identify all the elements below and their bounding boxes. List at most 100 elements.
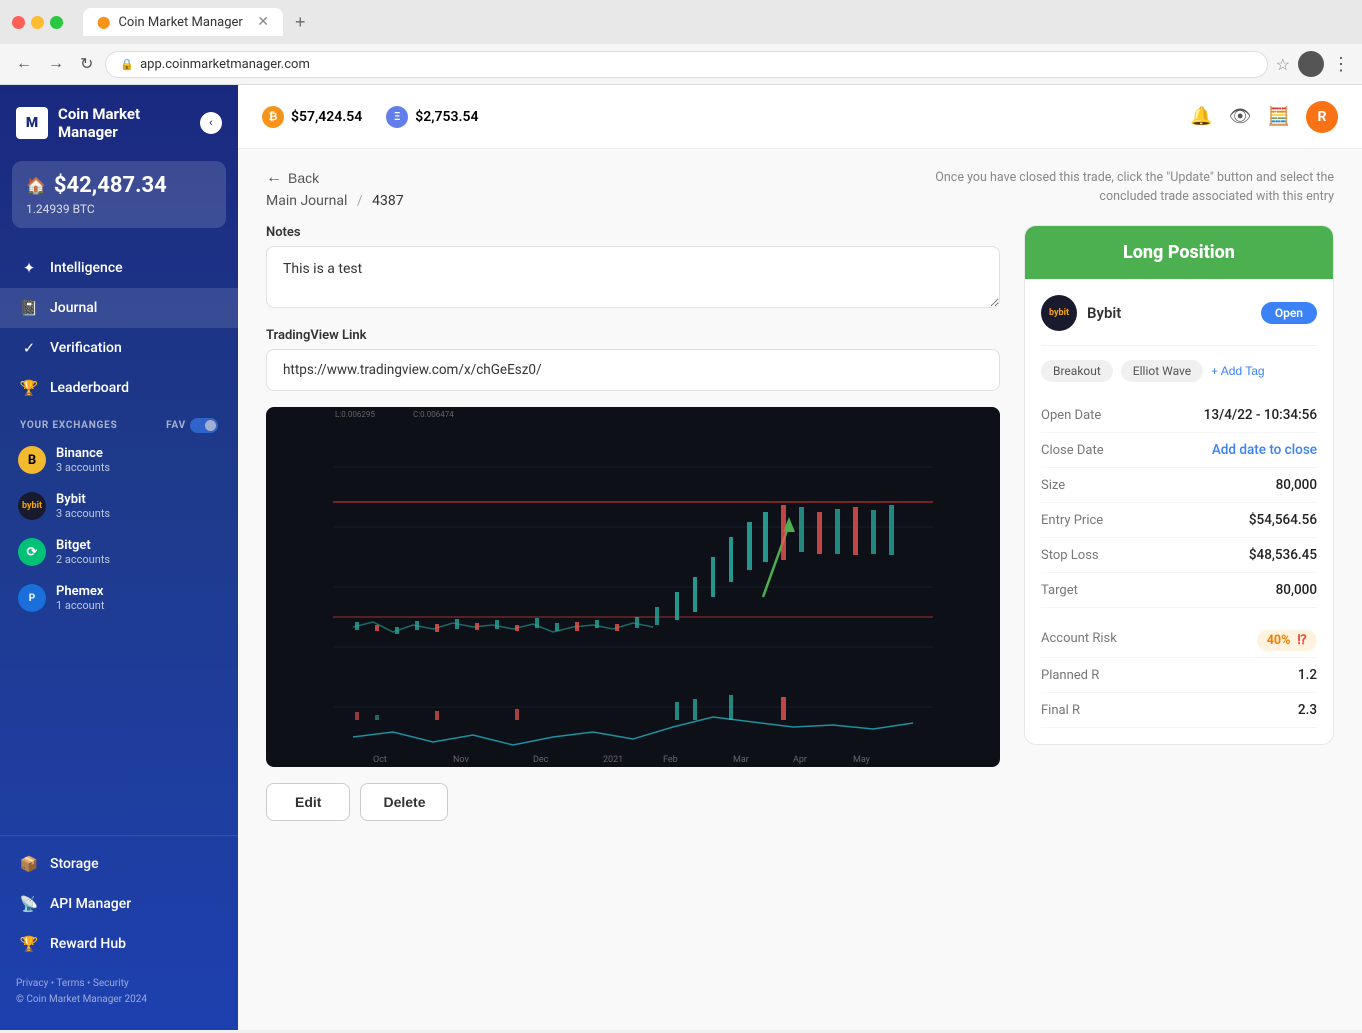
size-row: Size 80,000: [1041, 468, 1317, 503]
browser-refresh-button[interactable]: ↻: [76, 50, 97, 78]
maximize-window-button[interactable]: [50, 16, 63, 29]
close-window-button[interactable]: [12, 16, 25, 29]
sidebar-item-label-api-manager: API Manager: [50, 896, 131, 912]
address-text: app.coinmarketmanager.com: [140, 57, 310, 72]
fav-toggle-area: FAV: [166, 418, 218, 433]
notes-input[interactable]: This is a test: [266, 246, 1000, 308]
sidebar-item-storage[interactable]: 📦 Storage: [0, 844, 238, 884]
stop-loss-value: $48,536.45: [1249, 547, 1317, 563]
exchange-item-binance[interactable]: B Binance 3 accounts: [0, 437, 238, 483]
tradingview-label: TradingView Link: [266, 328, 1000, 343]
exchange-item-bybit[interactable]: bybit Bybit 3 accounts: [0, 483, 238, 529]
tag-breakout[interactable]: Breakout: [1041, 360, 1113, 382]
binance-info: Binance 3 accounts: [56, 446, 110, 474]
tag-elliot-wave[interactable]: Elliot Wave: [1121, 360, 1203, 382]
account-risk-label: Account Risk: [1041, 631, 1117, 646]
intelligence-icon: ✦: [20, 259, 38, 277]
final-r-value: 2.3: [1298, 702, 1317, 718]
exchange-item-phemex[interactable]: P Phemex 1 account: [0, 575, 238, 621]
breadcrumb-separator: /: [357, 193, 363, 209]
tradingview-url-input[interactable]: [266, 349, 1000, 391]
bookmark-icon[interactable]: ☆: [1276, 55, 1290, 74]
exchange-item-bitget[interactable]: ⟳ Bitget 2 accounts: [0, 529, 238, 575]
risk-warning-icon: ⁉: [1297, 633, 1307, 648]
breadcrumb: Main Journal / 4387: [266, 193, 404, 209]
sidebar-item-label-intelligence: Intelligence: [50, 260, 123, 276]
back-button[interactable]: ← Back: [266, 169, 319, 187]
sidebar-toggle-button[interactable]: ‹: [200, 112, 222, 134]
target-row: Target 80,000: [1041, 573, 1317, 608]
browser-menu-icon[interactable]: ⋮: [1332, 54, 1350, 75]
sidebar-item-label-verification: Verification: [50, 340, 122, 356]
eth-price: $2,753.54: [415, 109, 478, 125]
visibility-toggle-button[interactable]: 👁: [1229, 106, 1252, 127]
back-arrow-icon: ←: [266, 169, 282, 187]
stop-loss-row: Stop Loss $48,536.45: [1041, 538, 1317, 573]
lock-icon: 🔒: [120, 58, 134, 71]
sidebar-item-leaderboard[interactable]: 🏆 Leaderboard: [0, 368, 238, 408]
planned-r-label: Planned R: [1041, 668, 1099, 683]
user-avatar[interactable]: R: [1306, 101, 1338, 133]
sidebar: M Coin MarketManager ‹ 🏠 $42,487.34 1.24…: [0, 85, 238, 1030]
svg-text:Dec: Dec: [533, 755, 549, 765]
bitget-icon: ⟳: [18, 538, 46, 566]
svg-text:2021: 2021: [603, 755, 623, 765]
svg-text:Nov: Nov: [453, 755, 469, 765]
minimize-window-button[interactable]: [31, 16, 44, 29]
page-header: ← Back Main Journal / 4387 Once you have…: [266, 169, 1334, 209]
open-date-row: Open Date 13/4/22 - 10:34:56: [1041, 398, 1317, 433]
size-label: Size: [1041, 478, 1065, 493]
new-tab-button[interactable]: +: [295, 12, 306, 33]
journal-icon: 📓: [20, 299, 38, 317]
topbar: ₿ $57,424.54 Ξ $2,753.54 🔔 👁 🧮 R: [238, 85, 1362, 149]
verification-icon: ✓: [20, 339, 38, 357]
sidebar-item-api-manager[interactable]: 📡 API Manager: [0, 884, 238, 924]
svg-text:Apr: Apr: [793, 755, 807, 765]
edit-button[interactable]: Edit: [266, 783, 350, 821]
browser-profile-avatar[interactable]: [1298, 51, 1324, 77]
svg-text:C:0.006474: C:0.006474: [413, 410, 454, 419]
open-date-value: 13/4/22 - 10:34:56: [1204, 407, 1317, 423]
close-date-value[interactable]: Add date to close: [1212, 442, 1317, 458]
sidebar-item-verification[interactable]: ✓ Verification: [0, 328, 238, 368]
btc-price-item: ₿ $57,424.54: [262, 106, 362, 128]
close-date-label: Close Date: [1041, 443, 1104, 458]
sidebar-item-label-leaderboard: Leaderboard: [50, 380, 129, 396]
footer-terms[interactable]: Terms: [56, 978, 84, 989]
planned-r-row: Planned R 1.2: [1041, 658, 1317, 693]
sidebar-item-intelligence[interactable]: ✦ Intelligence: [0, 248, 238, 288]
app-logo-text: Coin MarketManager: [58, 105, 140, 141]
add-tag-button[interactable]: + Add Tag: [1211, 364, 1265, 378]
target-value: 80,000: [1276, 582, 1317, 598]
address-bar[interactable]: 🔒 app.coinmarketmanager.com: [105, 51, 1267, 78]
entry-price-label: Entry Price: [1041, 513, 1103, 528]
account-risk-value: 40% ⁉: [1257, 629, 1317, 648]
final-r-label: Final R: [1041, 703, 1080, 718]
sidebar-item-journal[interactable]: 📓 Journal: [0, 288, 238, 328]
tab-close-button[interactable]: ✕: [257, 14, 269, 30]
footer-security[interactable]: Security: [93, 978, 129, 989]
position-body: bybit Bybit Open Breakout Elliot Wave + …: [1025, 279, 1333, 744]
breadcrumb-current: 4387: [372, 193, 403, 209]
notes-section: Notes This is a test: [266, 225, 1000, 312]
footer-privacy[interactable]: Privacy: [16, 978, 48, 989]
sidebar-item-reward-hub[interactable]: 🏆 Reward Hub: [0, 924, 238, 964]
breadcrumb-parent[interactable]: Main Journal: [266, 193, 347, 209]
browser-forward-button[interactable]: →: [44, 51, 68, 77]
calculator-button[interactable]: 🧮: [1268, 106, 1290, 127]
browser-back-button[interactable]: ←: [12, 51, 36, 77]
action-buttons: Edit Delete: [266, 783, 1000, 821]
svg-text:Mar: Mar: [733, 755, 749, 765]
fav-toggle[interactable]: [190, 418, 218, 433]
trading-chart: Oct Nov Dec 2021 Feb Mar Apr May L:0.006…: [266, 407, 1000, 767]
notifications-button[interactable]: 🔔: [1190, 106, 1212, 127]
browser-tab[interactable]: ⬤ Coin Market Manager ✕: [83, 8, 283, 36]
browser-tab-title: Coin Market Manager: [118, 15, 242, 30]
storage-icon: 📦: [20, 855, 38, 873]
entry-price-row: Entry Price $54,564.56: [1041, 503, 1317, 538]
price-ticker: ₿ $57,424.54 Ξ $2,753.54: [262, 106, 479, 128]
delete-button[interactable]: Delete: [360, 783, 448, 821]
right-panel: Long Position bybit Bybit Open: [1024, 225, 1334, 1010]
sidebar-item-label-journal: Journal: [50, 300, 97, 316]
browser-window-controls: [12, 16, 63, 29]
